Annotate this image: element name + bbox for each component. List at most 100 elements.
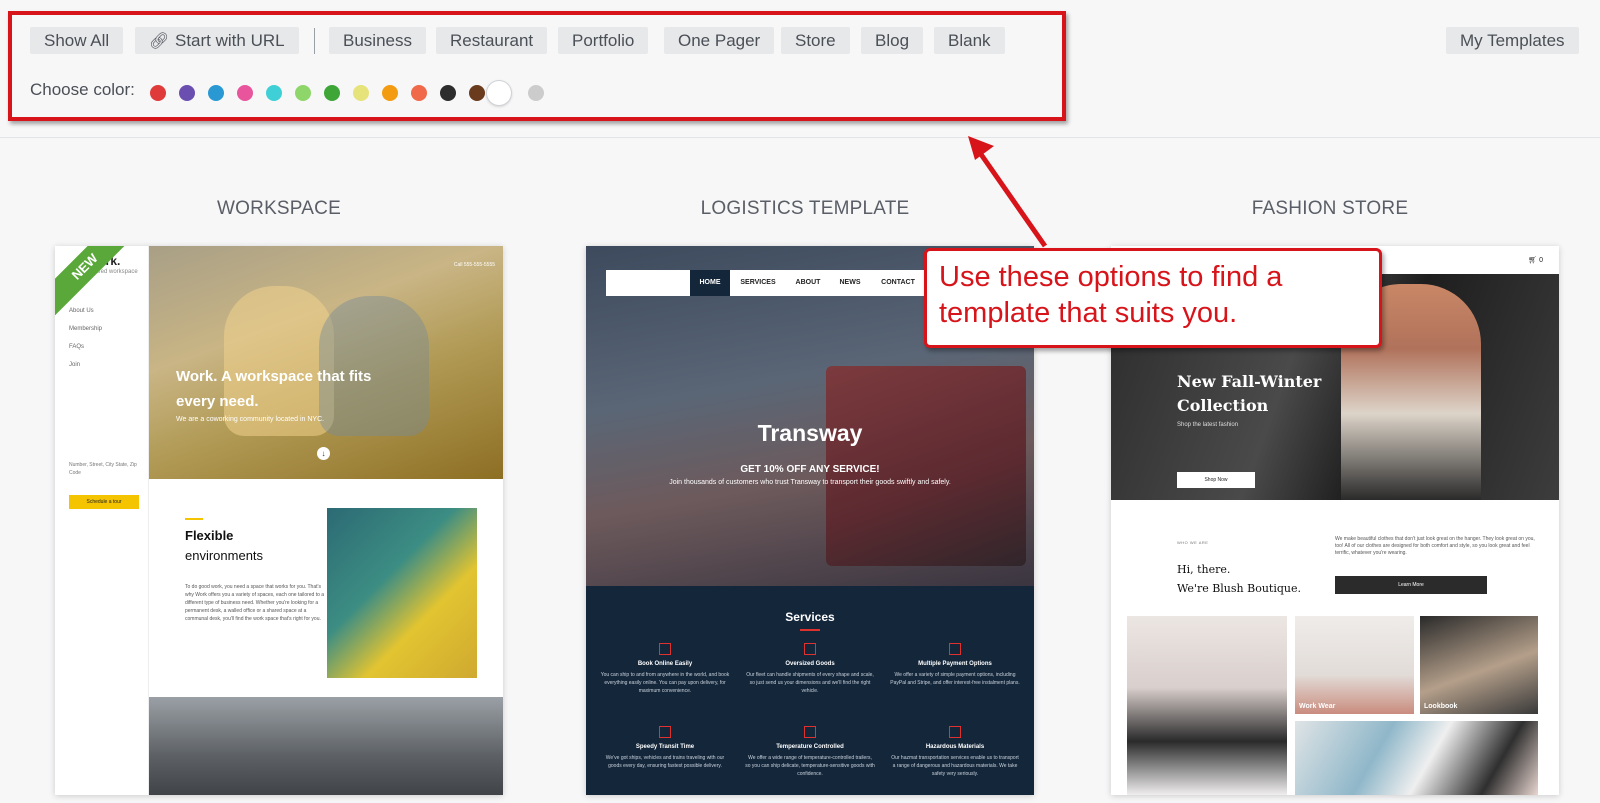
category-business-button[interactable]: Business	[329, 27, 426, 54]
lg-services-underline	[800, 629, 820, 631]
lg-service-item: Multiple Payment Options We offer a vari…	[890, 643, 1020, 687]
ws-nav-item: Join	[69, 362, 81, 368]
hazard-icon	[949, 726, 961, 738]
box-icon	[804, 643, 816, 655]
fs-tile-image	[1127, 616, 1287, 795]
lg-service-name: Hazardous Materials	[925, 744, 985, 750]
ws-section-image	[327, 508, 477, 678]
color-swatch[interactable]	[382, 85, 398, 101]
ws-hero-image: Call 555-555-5555 Work. A workspace that…	[149, 246, 503, 479]
start-with-url-label: Start with URL	[175, 31, 285, 50]
lg-service-item: Book Online Easily You can ship to and f…	[600, 643, 730, 695]
category-blank-button[interactable]: Blank	[934, 27, 1005, 54]
fs-cart-count: 0	[1539, 257, 1543, 264]
lg-service-item: Oversized Goods Our fleet can handle shi…	[745, 643, 875, 695]
lg-service-name: Oversized Goods	[785, 661, 835, 667]
lg-service-body: We offer a variety of simple payment opt…	[890, 672, 1020, 686]
ws-nav-item: About Us	[69, 308, 94, 314]
lg-service-name: Temperature Controlled	[776, 744, 844, 750]
ws-section-title: Flexible	[185, 528, 234, 543]
color-swatch[interactable]	[528, 85, 544, 101]
color-swatch[interactable]	[487, 81, 511, 105]
lg-nav-item: HOME	[690, 270, 730, 296]
ws-hero-subtitle: We are a coworking community located in …	[176, 416, 325, 423]
fs-tile-label: Lookbook	[1424, 703, 1458, 710]
ws-phone: Call 555-555-5555	[453, 262, 495, 268]
scroll-down-icon: ↓	[317, 447, 330, 460]
lg-service-body: We've got ships, vehicles and trains tra…	[605, 755, 725, 769]
template-title-logistics[interactable]: LOGISTICS TEMPLATE	[580, 198, 1030, 220]
category-blog-button[interactable]: Blog	[861, 27, 924, 54]
fs-greeting-line: Hi, there.	[1177, 563, 1231, 576]
ws-nav-item: Membership	[69, 326, 103, 332]
color-swatch[interactable]	[324, 85, 340, 101]
start-with-url-button[interactable]: 🔗︎ Start with URL	[135, 27, 299, 54]
ws-accent-bar	[185, 518, 203, 520]
phone-icon	[659, 643, 671, 655]
lg-nav-item: SERVICES	[740, 279, 776, 286]
ws-sidebar: work. shared workspace About Us Membersh…	[55, 246, 149, 795]
fs-hero-title: New Fall-Winter Collection	[1177, 372, 1322, 415]
callout-text: Use these options to find a template tha…	[939, 261, 1283, 329]
color-swatch[interactable]	[353, 85, 369, 101]
template-title-fashion[interactable]: FASHION STORE	[1105, 198, 1555, 220]
fs-body-text: We make beautiful clothes that don't jus…	[1335, 536, 1535, 556]
fs-greeting-line: We're Blush Boutique.	[1177, 582, 1301, 595]
callout-arrow-head	[968, 136, 994, 160]
fs-greeting: Hi, there. We're Blush Boutique.	[1177, 560, 1337, 598]
fs-tile-image	[1295, 721, 1538, 795]
lg-service-body: Our hazmat transportation services enabl…	[891, 755, 1019, 777]
ws-schedule-button: Schedule a tour	[69, 495, 139, 509]
lg-nav-item: NEWS	[839, 279, 861, 286]
ws-section-body: To do good work, you need a space that w…	[185, 584, 325, 622]
filter-separator	[314, 28, 315, 54]
template-thumbnail-workspace[interactable]: work. shared workspace About Us Membersh…	[55, 246, 503, 795]
color-swatch[interactable]	[411, 85, 427, 101]
thermometer-icon	[804, 726, 816, 738]
lg-service-name: Multiple Payment Options	[918, 661, 992, 667]
fs-tile-label: Work Wear	[1299, 703, 1336, 710]
fs-shop-now-button: Shop Now	[1177, 472, 1255, 488]
ws-meeting-room-image	[149, 697, 503, 795]
show-all-button[interactable]: Show All	[30, 27, 124, 54]
lg-service-body: Our fleet can handle shipments of every …	[746, 672, 874, 694]
lg-nav-bar: HOME SERVICES ABOUT NEWS CONTACT	[690, 270, 926, 296]
fs-hero-subtitle: Shop the latest fashion	[1177, 422, 1239, 428]
lg-service-body: You can ship to and from anywhere in the…	[600, 672, 730, 694]
lg-nav-item: ABOUT	[795, 279, 821, 286]
color-swatch[interactable]	[295, 85, 311, 101]
category-portfolio-button[interactable]: Portfolio	[558, 27, 649, 54]
lg-promo-subtitle: Join thousands of customers who trust Tr…	[669, 479, 951, 486]
color-swatch[interactable]	[237, 85, 253, 101]
template-title-workspace[interactable]: WORKSPACE	[54, 198, 504, 220]
ws-nav-item: FAQs	[69, 344, 85, 350]
category-restaurant-button[interactable]: Restaurant	[436, 27, 548, 54]
template-filter-bar: Show All 🔗︎ Start with URL Business Resta…	[0, 0, 1600, 138]
fs-tile-image: Work Wear	[1295, 616, 1414, 714]
fs-cart: 🛒︎ 0	[1528, 256, 1543, 264]
color-swatch[interactable]	[440, 85, 456, 101]
link-icon: 🔗︎	[149, 33, 170, 50]
color-swatch[interactable]	[469, 85, 485, 101]
ws-section-title: environments	[185, 548, 264, 563]
fs-who-we-are: WHO WE ARE	[1177, 540, 1209, 545]
fs-tile-image: Lookbook	[1420, 616, 1538, 714]
lg-service-body: We offer a wide range of temperature-con…	[745, 755, 875, 777]
lg-service-name: Book Online Easily	[637, 661, 693, 667]
lg-logo-placeholder	[606, 270, 690, 296]
ws-hero-title: Work. A workspace that fits every need.	[176, 368, 372, 410]
lg-service-item: Temperature Controlled We offer a wide r…	[745, 726, 875, 778]
clock-icon	[659, 726, 671, 738]
category-one-pager-button[interactable]: One Pager	[664, 27, 775, 54]
cart-icon: 🛒︎	[1528, 257, 1538, 264]
color-swatch[interactable]	[266, 85, 282, 101]
color-swatch[interactable]	[150, 85, 166, 101]
color-swatch[interactable]	[179, 85, 195, 101]
my-templates-button[interactable]: My Templates	[1446, 27, 1579, 54]
lg-service-name: Speedy Transit Time	[635, 744, 695, 750]
lg-nav-item: CONTACT	[881, 279, 915, 286]
fs-learn-more-button: Learn More	[1335, 576, 1487, 594]
color-swatch[interactable]	[208, 85, 224, 101]
category-store-button[interactable]: Store	[781, 27, 850, 54]
choose-color-label: Choose color:	[30, 80, 135, 99]
